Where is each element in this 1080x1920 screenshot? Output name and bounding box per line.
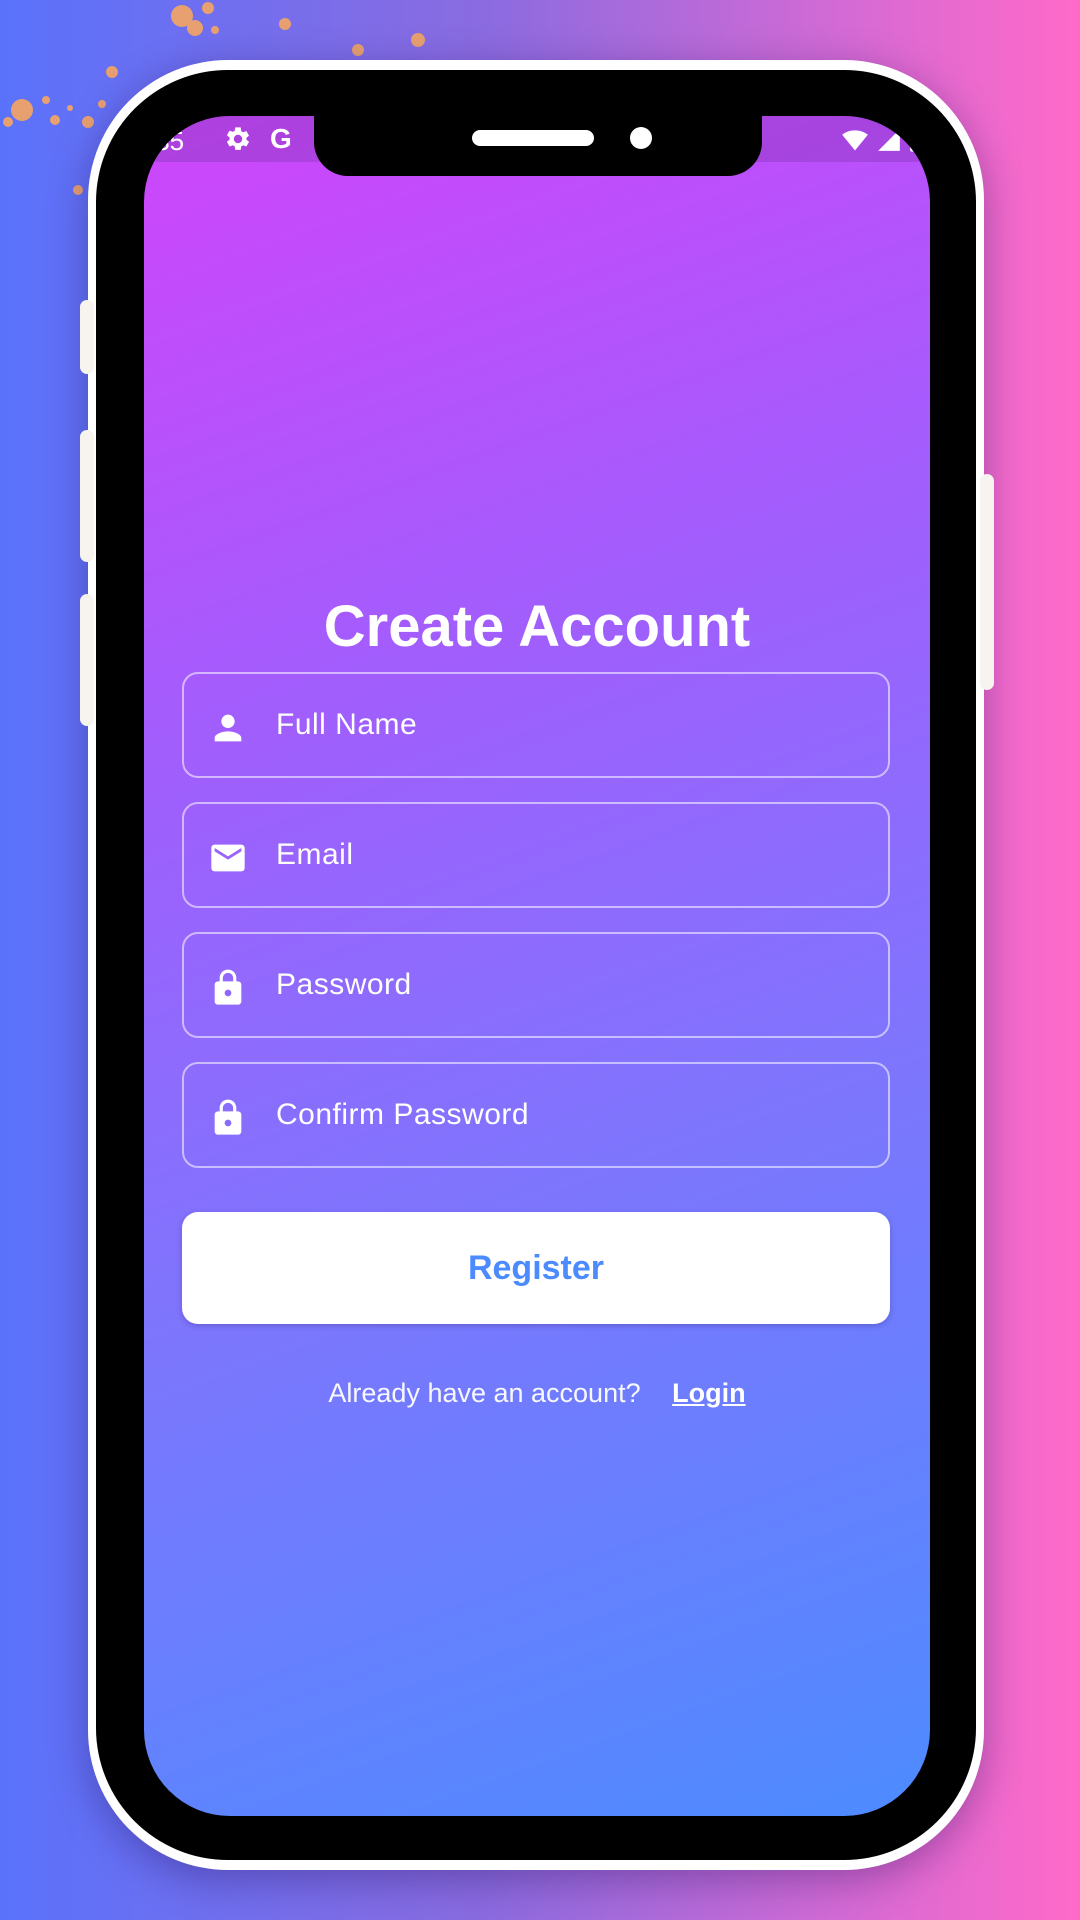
lock-icon [214,1099,242,1135]
login-link[interactable]: Login [672,1378,745,1408]
gear-icon [227,127,249,150]
email-field[interactable] [182,802,890,908]
status-right-icons [840,126,924,154]
confirm-password-field[interactable] [182,1062,890,1168]
phone-side-button [80,594,94,726]
page-title: Create Account [323,593,751,659]
signal-icon [878,129,900,151]
password-field[interactable] [182,932,890,1038]
phone-side-button [980,474,994,690]
password-input[interactable] [276,934,866,1036]
battery-icon [910,127,922,152]
email-icon [211,844,245,872]
app-screen: :35 G Create Account Full Name Email Reg… [144,116,930,1816]
lock-icon [214,969,242,1005]
status-time: :35 [148,126,185,156]
wifi-icon [842,130,868,151]
email-input[interactable] [276,804,866,906]
person-icon [214,714,242,742]
google-icon: G [270,123,292,154]
phone-notch [314,116,762,176]
phone-side-button [80,430,94,562]
full-name-input[interactable] [276,674,866,776]
login-prompt-text: Already have an account? [328,1378,641,1408]
phone-speaker [472,130,594,146]
phone-side-button [80,300,94,374]
register-button[interactable]: Register [182,1212,890,1324]
login-prompt: Already have an account? Login [144,1378,930,1409]
confirm-password-input[interactable] [276,1064,866,1166]
full-name-field[interactable] [182,672,890,778]
phone-camera [630,127,652,149]
